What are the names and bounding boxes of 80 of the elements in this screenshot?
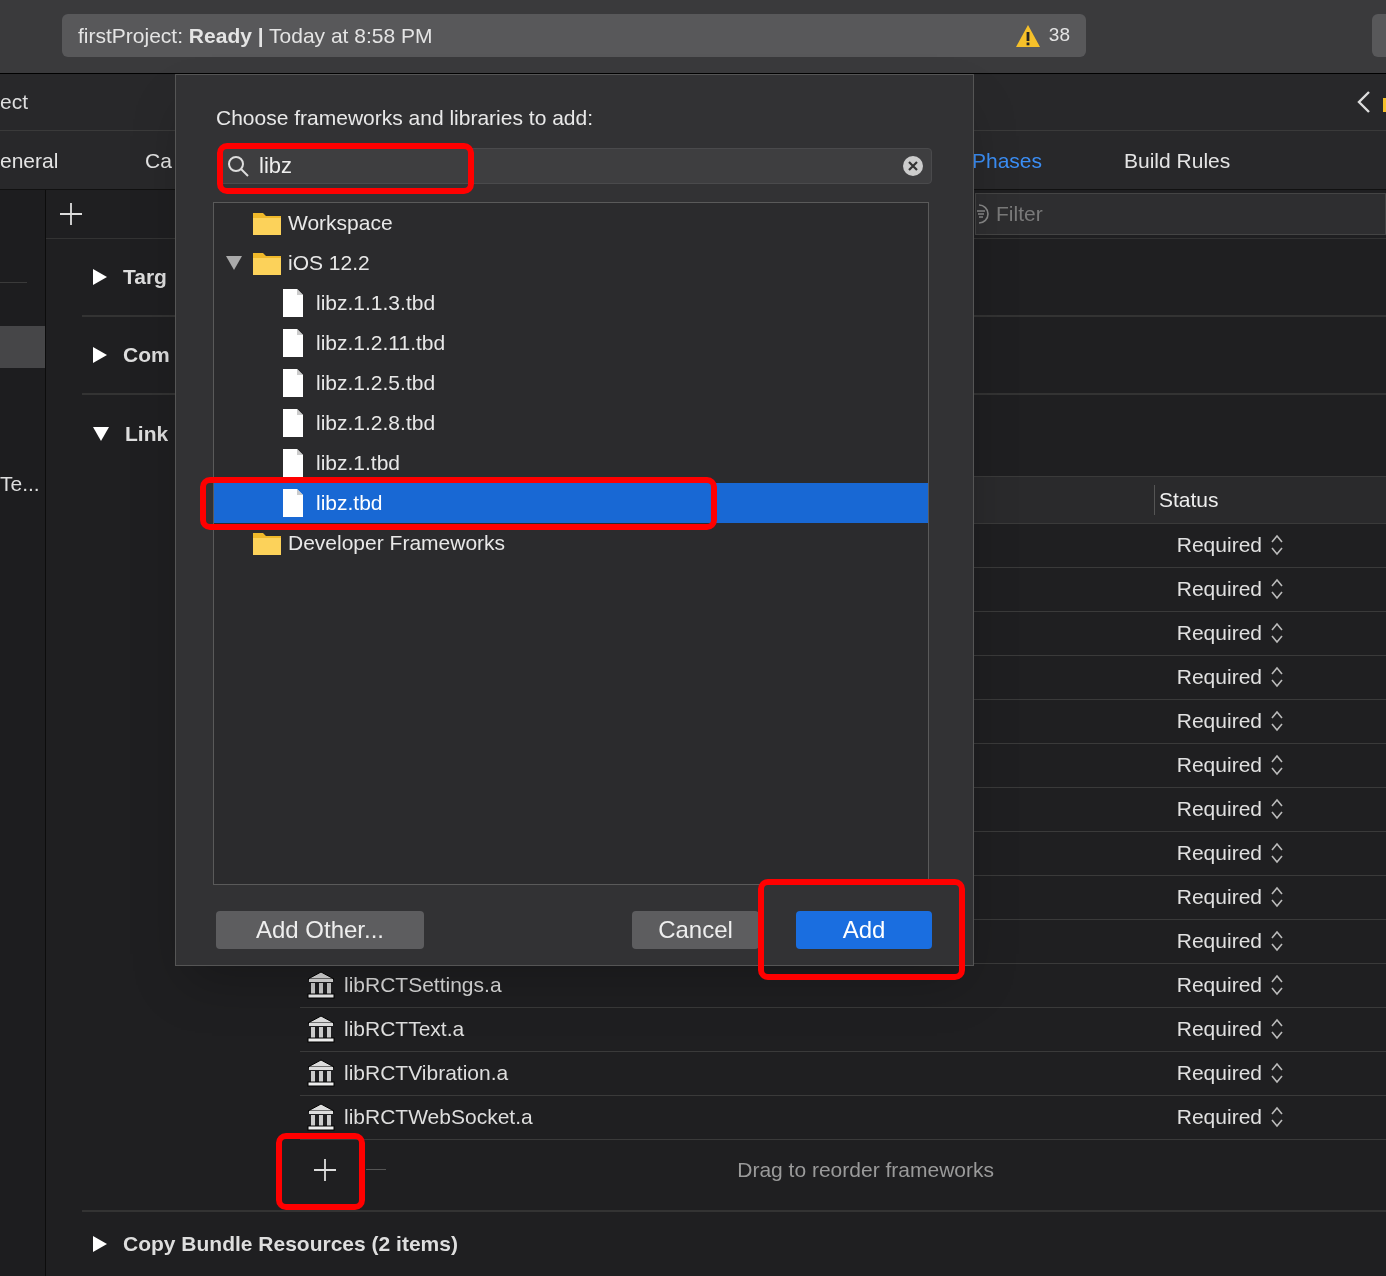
file-icon [282, 407, 304, 438]
status-popup[interactable]: Required [1176, 617, 1284, 649]
file-icon [282, 287, 304, 318]
up-down-arrows-icon [1270, 709, 1284, 733]
back-icon [1357, 90, 1371, 114]
library-icon [306, 1015, 336, 1043]
cancel-button[interactable]: Cancel [632, 910, 759, 949]
up-down-arrows-icon [1270, 1017, 1284, 1041]
expanded-triangle-icon[interactable] [226, 255, 242, 270]
clear-icon[interactable] [902, 154, 924, 177]
reorder-hint: Drag to reorder frameworks [737, 1156, 994, 1183]
add-icon [314, 1158, 336, 1181]
up-down-arrows-icon [1270, 841, 1284, 865]
file-icon [282, 487, 304, 518]
up-down-arrows-icon [1270, 621, 1284, 645]
file-icon [282, 447, 304, 478]
status-popup[interactable]: Required [1176, 529, 1284, 561]
list-item[interactable]: libz.1.1.3.tbd [214, 282, 928, 323]
library-icon [306, 971, 336, 999]
up-down-arrows-icon [1270, 929, 1284, 953]
file-icon [282, 327, 304, 358]
warning-count[interactable]: 38 [1048, 21, 1070, 50]
up-down-arrows-icon [1270, 885, 1284, 909]
up-down-arrows-icon [1270, 665, 1284, 689]
status-text: firstProject: Ready | Today at 8:58 PM [78, 22, 433, 49]
search-icon [227, 154, 249, 177]
framework-name: libRCTText.a [344, 1016, 465, 1043]
file-icon [282, 367, 304, 398]
library-icon [306, 1103, 336, 1131]
add-button[interactable]: Add [796, 910, 932, 949]
up-down-arrows-icon [1270, 753, 1284, 777]
list-item[interactable]: libz.1.2.11.tbd [214, 322, 928, 363]
list-item[interactable]: Workspace [214, 202, 928, 243]
target-label[interactable]: Te... [0, 468, 45, 500]
phase-title[interactable]: Link [125, 417, 169, 450]
framework-name: libRCTSettings.a [344, 972, 502, 999]
status-popup[interactable]: Required [1176, 705, 1284, 737]
up-down-arrows-icon [1270, 973, 1284, 997]
filter-field[interactable]: Filter [975, 192, 1386, 235]
up-down-arrows-icon [1270, 1061, 1284, 1085]
up-down-arrows-icon [1270, 1105, 1284, 1129]
phase-title[interactable]: Com [123, 338, 170, 371]
library-icon [306, 1059, 336, 1087]
up-down-arrows-icon [1270, 797, 1284, 821]
list-item[interactable]: libz.1.tbd [214, 442, 928, 483]
status-popup[interactable]: Required [1176, 881, 1284, 913]
up-down-arrows-icon [1270, 577, 1284, 601]
status-popup[interactable]: Required [1176, 749, 1284, 781]
add-other-button[interactable]: Add Other... [216, 910, 424, 949]
status-popup[interactable]: Required [1176, 1013, 1284, 1045]
expanded-triangle-icon[interactable] [93, 426, 109, 441]
editor-title: ect [0, 89, 28, 116]
status-popup[interactable]: Required [1176, 661, 1284, 693]
dialog-prompt: Choose frameworks and libraries to add: [216, 105, 594, 131]
up-down-arrows-icon [1270, 533, 1284, 557]
status-popup[interactable]: Required [1176, 573, 1284, 605]
status-popup[interactable]: Required [1176, 925, 1284, 957]
editor-tab[interactable]: Phases [972, 145, 1043, 177]
status-popup[interactable]: Required [1176, 793, 1284, 825]
list-item[interactable]: iOS 12.2 [214, 242, 928, 283]
list-item[interactable]: libz.1.2.5.tbd [214, 362, 928, 403]
list-item[interactable]: libz.1.2.8.tbd [214, 402, 928, 443]
list-item[interactable]: Developer Frameworks [214, 522, 928, 563]
collapsed-triangle-icon[interactable] [93, 346, 107, 363]
status-popup[interactable]: Required [1176, 1101, 1284, 1133]
framework-name: libRCTWebSocket.a [344, 1104, 533, 1131]
status-popup[interactable]: Required [1176, 837, 1284, 869]
collapsed-triangle-icon[interactable] [93, 1235, 107, 1252]
phase-title[interactable]: Copy Bundle Resources (2 items) [123, 1228, 458, 1260]
editor-tab[interactable]: eneral [0, 145, 59, 177]
framework-name: libRCTVibration.a [344, 1060, 509, 1087]
editor-tab[interactable]: Build Rules [1124, 145, 1231, 177]
editor-tab[interactable]: Ca [145, 145, 172, 177]
list-item[interactable]: libz.tbd [214, 482, 928, 523]
column-header[interactable]: Status [1154, 484, 1219, 515]
collapsed-triangle-icon[interactable] [93, 268, 107, 285]
add-icon [60, 202, 82, 225]
status-popup[interactable]: Required [1176, 1057, 1284, 1089]
status-popup[interactable]: Required [1176, 969, 1284, 1001]
phase-title[interactable]: Targ [123, 260, 167, 293]
